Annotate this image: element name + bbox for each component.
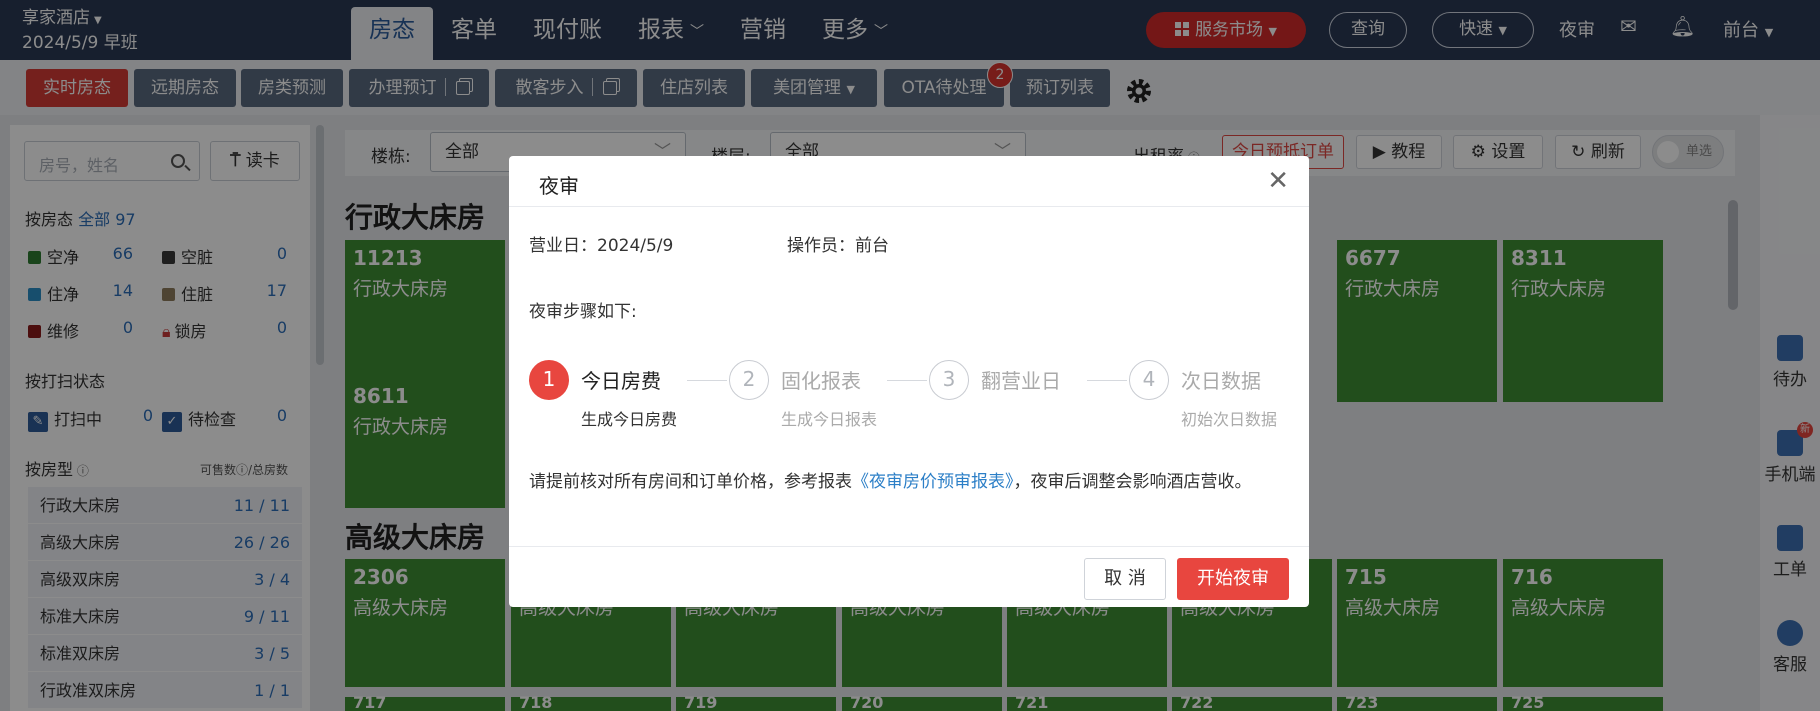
step-connector (1087, 380, 1127, 381)
notice-text: ，夜审后调整会影响酒店营收。 (1013, 472, 1252, 492)
steps-intro: 夜审步骤如下: (529, 302, 637, 322)
step-desc: 生成今日报表 (781, 410, 878, 429)
step-number: 4 (1129, 360, 1169, 400)
audit-report-link[interactable]: 《夜审房价预审报表》 (852, 472, 1014, 492)
audit-notice: 请提前核对所有房间和订单价格，参考报表《夜审房价预审报表》，夜审后调整会影响酒店… (529, 468, 1289, 496)
dialog-title: 夜审 (539, 174, 579, 198)
step-title: 翻营业日 (981, 369, 1061, 393)
step-title: 今日房费 (581, 369, 661, 393)
close-icon[interactable]: ✕ (1267, 168, 1289, 194)
step-number: 3 (929, 360, 969, 400)
step-title: 固化报表 (781, 369, 861, 393)
step-desc: 生成今日房费 (581, 410, 678, 429)
business-day: 营业日：2024/5/9 (529, 236, 674, 256)
notice-text: 请提前核对所有房间和订单价格，参考报表 (529, 472, 852, 492)
step-connector (887, 380, 927, 381)
step-title: 次日数据 (1181, 369, 1261, 393)
start-night-audit-button[interactable]: 开始夜审 (1177, 558, 1289, 600)
step-number: 2 (729, 360, 769, 400)
step-number: 1 (529, 360, 569, 400)
divider (509, 546, 1309, 547)
cancel-button[interactable]: 取 消 (1084, 558, 1166, 600)
night-audit-dialog: 夜审 ✕ 营业日：2024/5/9 操作员：前台 夜审步骤如下: 1 今日房费 … (509, 156, 1309, 607)
divider (509, 206, 1309, 207)
step-desc: 初始次日数据 (1181, 410, 1278, 429)
operator: 操作员：前台 (787, 236, 889, 256)
step-connector (687, 380, 727, 381)
